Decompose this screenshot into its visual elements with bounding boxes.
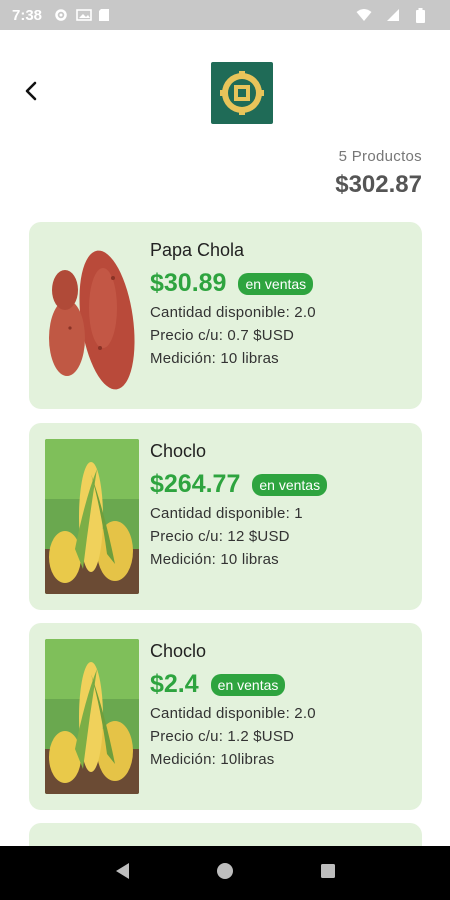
status-badge: en ventas xyxy=(252,473,328,496)
battery-icon xyxy=(416,8,430,23)
signal-icon xyxy=(386,8,400,22)
product-image-potato xyxy=(45,238,139,393)
product-name: Papa Chola xyxy=(150,240,245,260)
product-card[interactable]: Choclo $2.4 en ventas Cantidad disponibl… xyxy=(29,623,422,810)
wifi-icon xyxy=(356,8,372,22)
product-price: $264.77 xyxy=(150,470,241,498)
product-info: Choclo $2.4 en ventas Cantidad disponibl… xyxy=(150,641,412,768)
product-price: $2.4 xyxy=(150,670,199,698)
product-count: 5 Productos xyxy=(338,148,422,165)
product-image-corn xyxy=(45,639,139,794)
nav-home-button[interactable] xyxy=(213,861,237,885)
image-icon xyxy=(76,8,92,22)
app-logo xyxy=(211,62,273,124)
unit-price: Precio c/u: 12 $USD xyxy=(150,528,290,545)
system-nav-bar xyxy=(0,846,450,900)
cart-summary: 5 Productos $302.87 xyxy=(335,148,422,199)
square-recents-icon xyxy=(319,862,337,885)
status-bar: 7:38 xyxy=(0,0,450,30)
status-time: 7:38 xyxy=(12,6,43,24)
available-quantity: Cantidad disponible: 2.0 xyxy=(150,705,316,722)
back-button[interactable] xyxy=(18,78,44,108)
nav-recents-button[interactable] xyxy=(316,861,340,885)
unit-price: Precio c/u: 1.2 $USD xyxy=(150,728,295,745)
product-info: Choclo $264.77 en ventas Cantidad dispon… xyxy=(150,441,412,568)
product-info: Papa Chola $30.89 en ventas Cantidad dis… xyxy=(150,240,412,367)
measurement: Medición: 10libras xyxy=(150,751,275,768)
status-badge: en ventas xyxy=(238,272,314,295)
product-name: Choclo xyxy=(150,441,207,461)
product-name: Choclo xyxy=(150,641,207,661)
product-image-corn xyxy=(45,439,139,594)
status-badge: en ventas xyxy=(210,673,286,696)
chevron-left-icon xyxy=(24,81,38,106)
product-card[interactable]: Choclo $264.77 en ventas Cantidad dispon… xyxy=(29,423,422,610)
sd-card-icon xyxy=(98,8,112,22)
total-price: $302.87 xyxy=(335,171,422,198)
measurement: Medición: 10 libras xyxy=(150,551,279,568)
triangle-back-icon xyxy=(113,861,131,886)
circle-home-icon xyxy=(215,861,235,886)
unit-price: Precio c/u: 0.7 $USD xyxy=(150,327,295,344)
available-quantity: Cantidad disponible: 1 xyxy=(150,505,303,522)
product-price: $30.89 xyxy=(150,269,227,297)
nav-back-button[interactable] xyxy=(110,861,134,885)
settings-icon xyxy=(54,8,68,22)
available-quantity: Cantidad disponible: 2.0 xyxy=(150,304,316,321)
product-card[interactable]: Papa Chola $30.89 en ventas Cantidad dis… xyxy=(29,222,422,409)
measurement: Medición: 10 libras xyxy=(150,350,279,367)
